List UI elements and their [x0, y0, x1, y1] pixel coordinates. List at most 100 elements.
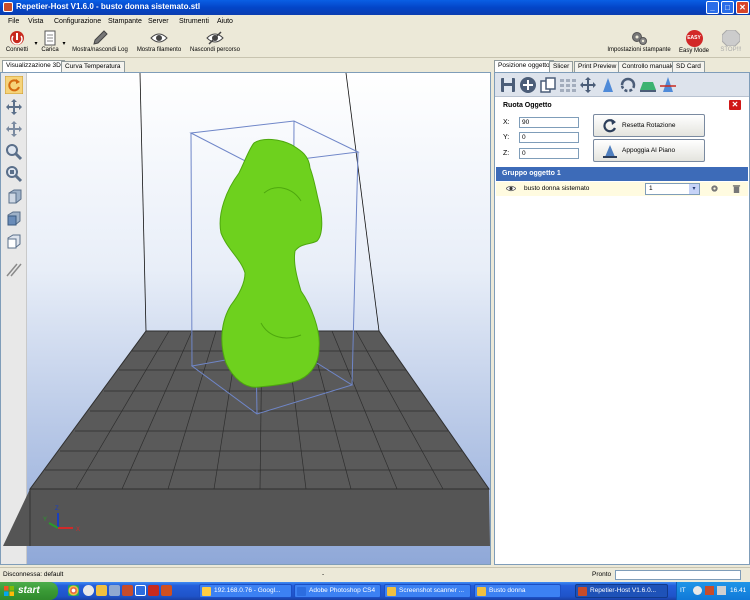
progress-bar	[615, 570, 741, 580]
object-group-header[interactable]: Gruppo oggetto 1	[496, 167, 748, 181]
tab-manual-control[interactable]: Controllo manuale	[618, 61, 679, 72]
taskbar-item-photoshop[interactable]: Adobe Photoshop CS4	[294, 584, 381, 598]
photoshop-icon[interactable]	[135, 585, 146, 596]
tab-slicer[interactable]: Slicer	[549, 61, 574, 72]
axis-z-label: Z	[55, 506, 59, 512]
scale-object-icon[interactable]	[599, 76, 617, 94]
stop-icon	[722, 30, 740, 46]
easy-badge-icon: EASY	[685, 30, 703, 47]
3d-viewport[interactable]: Z X Y	[0, 72, 491, 565]
taskbar-item-screenshot-folder[interactable]: Screenshot scanner ...	[384, 584, 471, 598]
menu-printer[interactable]: Stampante	[108, 18, 142, 25]
connect-button[interactable]: Connetti	[3, 28, 31, 53]
status-middle: -	[322, 571, 325, 578]
windows-taskbar: start 192.168.0.76 - Googl... Adobe Phot…	[0, 582, 750, 600]
object-placement-panel: Ruota Oggetto ✕ X: 90 Y: 0 Z: 0 Resetta …	[494, 72, 750, 565]
eye-icon	[150, 33, 168, 43]
desktop-icon[interactable]	[109, 585, 120, 596]
printer-settings-button[interactable]: Impostazioni stampante	[604, 28, 674, 53]
rotate-object-title: Ruota Oggetto	[503, 102, 552, 109]
tab-temperature-curve[interactable]: Curva Temperatura	[61, 61, 125, 72]
window-title: Repetier-Host V1.6.0 - busto donna siste…	[16, 2, 201, 11]
maximize-button[interactable]: □	[721, 1, 734, 14]
close-rotate-panel-button[interactable]: ✕	[729, 100, 741, 110]
chrome-icon[interactable]	[68, 585, 79, 596]
menu-help[interactable]: Aiuto	[217, 18, 233, 25]
title-bar: Repetier-Host V1.6.0 - busto donna siste…	[0, 0, 750, 15]
show-filament-button[interactable]: Mostra filamento	[134, 28, 184, 53]
menu-file[interactable]: File	[8, 18, 19, 25]
load-button[interactable]: Carica	[40, 28, 60, 53]
right-tabs: Posizione oggetto Slicer Print Preview C…	[494, 60, 750, 72]
copies-select[interactable]: 1 ▾	[645, 183, 700, 195]
toggle-log-button[interactable]: Mostra/nascondi Log	[70, 28, 130, 53]
main-toolbar: Connetti ▾ Carica ▾ Mostra/nascondi Log …	[0, 28, 750, 58]
minimize-button[interactable]: _	[706, 1, 719, 14]
volume-icon[interactable]	[717, 586, 726, 595]
folder-icon[interactable]	[96, 585, 107, 596]
cut-object-icon[interactable]	[659, 76, 677, 94]
reset-rotation-button[interactable]: Resetta Rotazione	[593, 114, 705, 137]
save-icon[interactable]	[499, 76, 517, 94]
clock-icon[interactable]	[83, 585, 94, 596]
repetier-icon[interactable]	[122, 585, 133, 596]
chevron-down-icon: ▾	[689, 184, 699, 194]
close-button[interactable]: ✕	[736, 1, 749, 14]
copy-objects-icon[interactable]	[539, 76, 557, 94]
trash-icon[interactable]	[732, 184, 741, 193]
gear-icon[interactable]	[710, 184, 719, 193]
autoposition-grid-icon[interactable]	[559, 76, 577, 94]
land-on-bed-icon	[603, 145, 617, 158]
land-on-plate-button[interactable]: Appoggia Al Piano	[593, 139, 705, 162]
tab-3d-view[interactable]: Visualizzazione 3D	[2, 60, 65, 72]
object-list-item[interactable]: busto donna sistemato 1 ▾	[496, 182, 748, 196]
eye-off-icon	[206, 31, 224, 45]
axis-y-label: Y	[43, 517, 47, 523]
x-rotation-input[interactable]: 90	[519, 117, 579, 128]
menu-view[interactable]: Vista	[28, 18, 43, 25]
start-button[interactable]: start	[0, 582, 58, 600]
y-rotation-input[interactable]: 0	[519, 132, 579, 143]
object-name: busto donna sistemato	[524, 185, 590, 192]
tab-print-preview[interactable]: Print Preview	[574, 61, 621, 72]
z-rotation-label: Z:	[503, 150, 510, 157]
windows-logo-icon	[4, 586, 14, 596]
system-tray: IT 16.41	[676, 582, 750, 600]
tray-app-icon[interactable]	[705, 586, 714, 595]
center-object-icon[interactable]	[579, 76, 597, 94]
stop-button[interactable]: STOP!!!	[714, 28, 748, 53]
z-rotation-input[interactable]: 0	[519, 148, 579, 159]
land-object-icon[interactable]	[639, 76, 657, 94]
axis-x-label: X	[76, 527, 80, 533]
connection-status: Disconnessa: default	[3, 571, 64, 578]
bust-model[interactable]	[219, 138, 323, 388]
taskbar-item-chrome[interactable]: 192.168.0.76 - Googl...	[199, 584, 292, 598]
menu-tools[interactable]: Strumenti	[179, 18, 209, 25]
connect-dropdown-arrow[interactable]: ▾	[33, 40, 39, 47]
mirror-object-icon[interactable]	[619, 76, 637, 94]
visibility-eye-icon[interactable]	[506, 185, 516, 192]
menu-configuration[interactable]: Configurazione	[54, 18, 101, 25]
adobe-reader-icon[interactable]	[148, 585, 159, 596]
language-indicator[interactable]: IT	[680, 587, 686, 594]
hide-path-button[interactable]: Nascondi percorso	[188, 28, 242, 53]
app-quicklaunch-icon[interactable]	[161, 585, 172, 596]
taskbar-item-repetier[interactable]: Repetier-Host V1.6.0...	[575, 584, 668, 598]
add-object-icon[interactable]	[519, 76, 537, 94]
document-icon	[44, 30, 56, 46]
taskbar-item-busto-folder[interactable]: Busto donna	[474, 584, 561, 598]
network-icon[interactable]	[693, 586, 702, 595]
pencil-icon	[93, 30, 108, 45]
menu-server[interactable]: Server	[148, 18, 169, 25]
y-rotation-label: Y:	[503, 134, 510, 141]
easy-mode-button[interactable]: EASY Easy Mode	[677, 28, 711, 54]
tab-sd-card[interactable]: SD Card	[672, 61, 705, 72]
clock: 16.41	[730, 587, 747, 594]
menu-bar: File Vista Configurazione Stampante Serv…	[0, 15, 750, 28]
load-dropdown-arrow[interactable]: ▾	[61, 40, 67, 47]
rotate-reset-icon	[603, 119, 617, 133]
tab-object-placement[interactable]: Posizione oggetto	[494, 60, 554, 72]
scene: Z X Y	[3, 73, 490, 546]
x-rotation-label: X:	[503, 119, 510, 126]
object-toolbar	[495, 73, 749, 97]
